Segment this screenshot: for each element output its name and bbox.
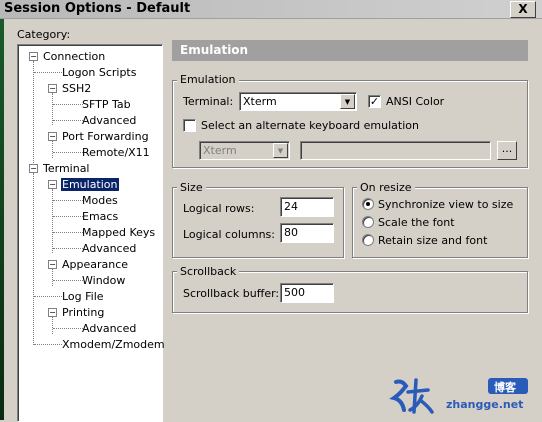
watermark-text: zhangge.net <box>446 398 524 411</box>
resize-option-label: Scale the font <box>378 216 455 229</box>
terminal-dropdown-value: Xterm <box>243 95 277 108</box>
tree-connector <box>34 344 62 345</box>
collapse-terminal-icon[interactable]: − <box>29 164 38 173</box>
ansi-color-checkbox[interactable]: ✓ <box>368 95 381 108</box>
alt-keyboard-dropdown[interactable]: Xterm ▼ <box>199 141 290 160</box>
alt-keyboard-label: Select an alternate keyboard emulation <box>201 119 419 132</box>
tree-connector <box>53 216 83 217</box>
category-tree[interactable]: − − − − − − − Connection Logon Scripts S… <box>17 44 165 422</box>
tree-connector <box>53 152 83 153</box>
panel-header: Emulation <box>172 40 528 61</box>
resize-option-label: Retain size and font <box>378 234 488 247</box>
title-bar: Session Options - Default X <box>0 0 542 19</box>
logical-columns-input[interactable]: 80 <box>280 223 334 243</box>
collapse-ssh2-icon[interactable]: − <box>48 84 57 93</box>
tree-item-window[interactable]: Window <box>82 274 125 287</box>
tree-item-connection[interactable]: Connection <box>43 50 105 63</box>
window-title: Session Options - Default <box>4 1 191 16</box>
tree-connector <box>53 328 83 329</box>
tree-connector <box>52 141 53 158</box>
collapse-emulation-icon[interactable]: − <box>48 180 57 189</box>
tree-item-printing[interactable]: Printing <box>62 306 104 319</box>
tree-item-appearance[interactable]: Appearance <box>62 258 128 271</box>
tree-item-xmodem[interactable]: Xmodem/Zmodem <box>62 338 165 351</box>
tree-item-terminal[interactable]: Terminal <box>43 162 90 175</box>
tree-connector <box>52 189 53 253</box>
tree-connector <box>33 61 34 167</box>
tree-item-sftp-tab[interactable]: SFTP Tab <box>82 98 131 111</box>
alt-keyboard-path-field[interactable] <box>300 141 491 160</box>
tree-item-log-file[interactable]: Log File <box>62 290 104 303</box>
tree-item-logon-scripts[interactable]: Logon Scripts <box>62 66 136 79</box>
tree-item-mapped-keys[interactable]: Mapped Keys <box>82 226 155 239</box>
resize-option-radio[interactable] <box>362 198 374 210</box>
tree-connector <box>53 248 83 249</box>
chevron-down-icon[interactable]: ▼ <box>340 94 355 109</box>
resize-option-label: Synchronize view to size <box>378 198 514 211</box>
tree-item-remote-x11[interactable]: Remote/X11 <box>82 146 150 159</box>
tree-item-modes[interactable]: Modes <box>82 194 118 207</box>
scrollback-buffer-input[interactable]: 500 <box>280 283 334 303</box>
tree-item-emulation-advanced[interactable]: Advanced <box>82 242 136 255</box>
watermark-badge: 博客 <box>494 381 516 394</box>
tree-item-emulation[interactable]: Emulation <box>61 178 119 191</box>
tree-connector <box>53 232 83 233</box>
tree-connector <box>52 269 53 286</box>
tree-connector <box>53 200 83 201</box>
size-group-label: Size <box>177 181 206 194</box>
terminal-label: Terminal: <box>183 95 234 108</box>
category-label: Category: <box>17 28 71 41</box>
tree-connector <box>53 120 83 121</box>
tree-item-ssh2-advanced[interactable]: Advanced <box>82 114 136 127</box>
on-resize-group-label: On resize <box>357 181 415 194</box>
tree-connector <box>33 173 34 345</box>
alt-keyboard-dropdown-value: Xterm <box>203 144 237 157</box>
logical-columns-label: Logical columns: <box>183 228 275 241</box>
emulation-group-label: Emulation <box>177 73 239 86</box>
tree-connector <box>53 104 83 105</box>
background-strip <box>0 19 4 420</box>
tree-connector <box>34 296 62 297</box>
tree-connector <box>53 280 83 281</box>
watermark-logo: 博客 zhangge.net <box>388 376 538 416</box>
logical-rows-input[interactable]: 24 <box>280 197 334 217</box>
collapse-printing-icon[interactable]: − <box>48 308 57 317</box>
tree-item-port-forwarding[interactable]: Port Forwarding <box>62 130 149 143</box>
tree-connector <box>52 317 53 334</box>
browse-button[interactable]: ... <box>497 141 517 160</box>
terminal-dropdown[interactable]: Xterm ▼ <box>239 92 357 111</box>
tree-connector <box>34 72 62 73</box>
tree-item-printing-advanced[interactable]: Advanced <box>82 322 136 335</box>
collapse-appearance-icon[interactable]: − <box>48 260 57 269</box>
panel-header-title: Emulation <box>180 43 249 57</box>
scrollback-group-label: Scrollback <box>177 265 240 278</box>
resize-option-radio[interactable] <box>362 216 374 228</box>
chevron-down-icon[interactable]: ▼ <box>273 143 288 158</box>
alt-keyboard-checkbox[interactable] <box>183 119 196 132</box>
tree-item-ssh2[interactable]: SSH2 <box>62 82 91 95</box>
tree-item-emacs[interactable]: Emacs <box>82 210 118 223</box>
ansi-color-label: ANSI Color <box>386 95 445 108</box>
logical-rows-label: Logical rows: <box>183 202 255 215</box>
collapse-port-forwarding-icon[interactable]: − <box>48 132 57 141</box>
scrollback-buffer-label: Scrollback buffer: <box>183 287 280 300</box>
collapse-connection-icon[interactable]: − <box>29 52 38 61</box>
resize-option-radio[interactable] <box>362 234 374 246</box>
close-button[interactable]: X <box>510 1 536 18</box>
